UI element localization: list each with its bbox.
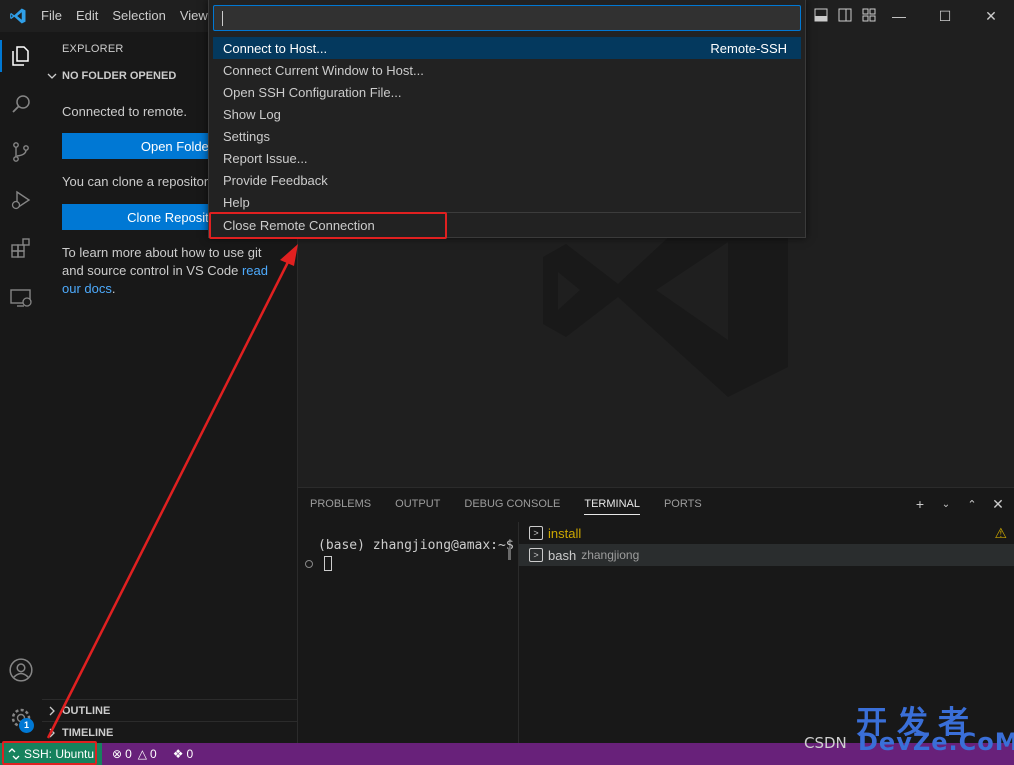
toggle-panel-icon[interactable] — [812, 6, 830, 24]
warning-icon: △ — [137, 747, 148, 761]
watermark-csdn: CSDN — [804, 734, 847, 752]
error-icon: ⊗ — [112, 747, 123, 761]
broadcast-icon: ❖ — [172, 747, 184, 761]
ports-status[interactable]: ❖ 0 — [173, 747, 193, 761]
layout-controls — [812, 6, 878, 24]
tab-debug-console[interactable]: DEBUG CONSOLE — [464, 498, 560, 515]
learn-text: To learn more about how to use git and s… — [62, 245, 262, 278]
panel-tabs: PROBLEMS OUTPUT DEBUG CONSOLE TERMINAL P… — [310, 498, 702, 515]
activity-bar: 1 — [0, 32, 42, 743]
problems-status[interactable]: ⊗ 0 △ 0 — [112, 747, 157, 761]
ports-count: 0 — [186, 747, 194, 761]
notification-badge: 1 — [19, 718, 34, 733]
section-title: NO FOLDER OPENED — [62, 70, 177, 82]
text-caret — [222, 11, 223, 26]
extensions-icon[interactable] — [5, 232, 37, 264]
menu-bar: File Edit Selection View — [34, 0, 215, 32]
qp-settings[interactable]: Settings — [213, 125, 801, 147]
warning-icon: ⚠ — [994, 525, 1007, 541]
qp-open-ssh-config[interactable]: Open SSH Configuration File... — [213, 81, 801, 103]
highlight-box-close-remote — [209, 212, 447, 239]
outline-title: OUTLINE — [62, 704, 111, 717]
new-terminal-plus-icon[interactable]: + — [912, 496, 928, 512]
panel-actions: + ⌄ ⌃ ✕ — [912, 496, 1006, 513]
menu-edit[interactable]: Edit — [69, 0, 105, 32]
quick-pick-dropdown: Connect to Host... Remote-SSH Connect Cu… — [208, 0, 806, 238]
run-debug-icon[interactable] — [5, 184, 37, 216]
connected-text: Connected to remote. — [62, 104, 188, 119]
timeline-title: TIMELINE — [62, 726, 114, 739]
tab-output[interactable]: OUTPUT — [395, 498, 440, 515]
sidebar-title: EXPLORER — [62, 43, 124, 55]
remote-explorer-icon[interactable] — [5, 282, 37, 314]
terminal-cursor — [324, 556, 332, 571]
warning-count: 0 — [150, 747, 157, 761]
maximize-panel-icon[interactable]: ⌃ — [964, 496, 980, 512]
qp-item-description: Remote-SSH — [710, 40, 787, 56]
accounts-icon[interactable] — [5, 654, 37, 686]
menu-selection[interactable]: Selection — [105, 0, 172, 32]
chevron-right-icon — [49, 728, 55, 737]
active-indicator — [0, 40, 2, 72]
qp-connect-current-window[interactable]: Connect Current Window to Host... — [213, 59, 801, 81]
tab-problems[interactable]: PROBLEMS — [310, 498, 371, 515]
menu-file[interactable]: File — [34, 0, 69, 32]
qp-report-issue[interactable]: Report Issue... — [213, 147, 801, 169]
watermark-devze: DevZe.CoM — [858, 728, 1014, 756]
terminal-icon: > — [529, 548, 543, 562]
terminal-name: bash — [548, 547, 577, 563]
close-panel-icon[interactable]: ✕ — [990, 496, 1006, 512]
learn-more-text: To learn more about how to use git and s… — [62, 244, 284, 298]
qp-show-log[interactable]: Show Log — [213, 103, 801, 125]
window-controls: — ☐ ✕ — [876, 0, 1014, 32]
outline-section-header[interactable]: OUTLINE — [42, 699, 297, 721]
no-folder-section-header[interactable]: NO FOLDER OPENED — [46, 70, 176, 82]
terminal-item-install[interactable]: > install ⚠ — [519, 522, 1014, 544]
qp-connect-to-host[interactable]: Connect to Host... Remote-SSH — [213, 37, 801, 59]
close-window-icon[interactable]: ✕ — [968, 0, 1014, 32]
source-control-icon[interactable] — [5, 136, 37, 168]
terminal-prompt: (base) zhangjiong@amax:~$ — [318, 538, 514, 553]
quick-pick-input[interactable] — [213, 5, 801, 31]
maximize-icon[interactable]: ☐ — [922, 0, 968, 32]
chevron-down-icon[interactable]: ⌄ — [938, 496, 954, 512]
command-decoration-icon — [305, 560, 313, 568]
terminal-item-bash[interactable]: > bash zhangjiong — [519, 544, 1014, 566]
vscode-logo-icon — [6, 4, 30, 28]
error-count: 0 — [125, 747, 132, 761]
chevron-right-icon — [49, 706, 55, 715]
search-icon[interactable] — [5, 88, 37, 120]
terminal-view[interactable]: (base) zhangjiong@amax:~$ — [298, 522, 518, 744]
timeline-section-header[interactable]: TIMELINE — [42, 721, 297, 743]
toggle-sidebar-icon[interactable] — [836, 6, 854, 24]
terminal-name: install — [548, 525, 582, 541]
qp-item-label: Connect to Host... — [223, 40, 328, 56]
tab-ports[interactable]: PORTS — [664, 498, 702, 515]
chevron-down-icon — [47, 73, 57, 79]
learn-end: . — [111, 281, 116, 296]
explorer-icon[interactable] — [5, 40, 37, 72]
tab-terminal[interactable]: TERMINAL — [584, 498, 640, 515]
highlight-box-remote-indicator — [2, 741, 97, 765]
qp-help[interactable]: Help — [213, 191, 801, 213]
qp-provide-feedback[interactable]: Provide Feedback — [213, 169, 801, 191]
terminal-scrollbar[interactable] — [508, 548, 511, 560]
minimize-icon[interactable]: — — [876, 0, 922, 32]
terminal-description: zhangjiong — [581, 548, 640, 562]
terminal-icon: > — [529, 526, 543, 540]
